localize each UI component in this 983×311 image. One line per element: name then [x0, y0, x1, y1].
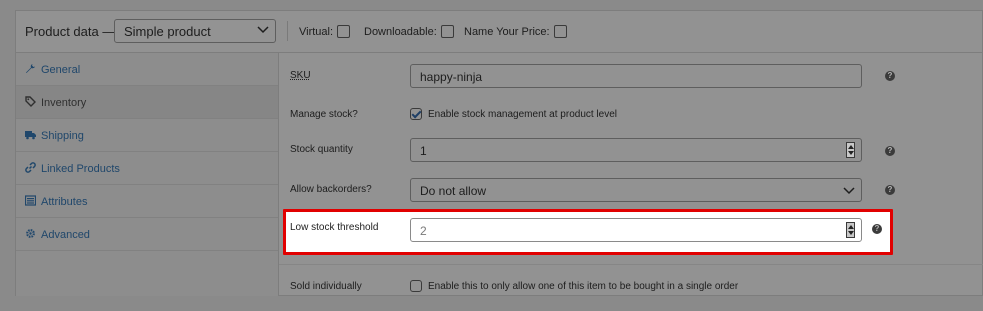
product-data-header: Product data — Simple product Virtual: D… [16, 11, 982, 53]
sidebar-item-label: Shipping [41, 130, 84, 142]
gear-icon [26, 229, 35, 238]
inventory-panel: SKU happy-ninja ? Manage stock? Enable s… [279, 53, 983, 296]
panel-title: Product data — [25, 24, 116, 39]
virtual-option: Virtual: [299, 25, 351, 38]
truck-icon [25, 131, 36, 140]
low-stock-value: 2 [420, 224, 427, 238]
sidebar-item-attributes[interactable]: Attributes [16, 185, 278, 218]
tag-icon [25, 96, 36, 107]
product-type-select[interactable]: Simple product [114, 19, 276, 43]
virtual-checkbox[interactable] [337, 25, 351, 38]
link-icon [25, 162, 36, 173]
stock-quantity-label: Stock quantity [290, 144, 353, 155]
manage-stock-label: Manage stock? [290, 109, 358, 120]
sidebar-item-inventory[interactable]: Inventory [16, 86, 278, 119]
sidebar-item-linked-products[interactable]: Linked Products [16, 152, 278, 185]
manage-stock-description: Enable stock management at product level [428, 109, 617, 120]
row-divider [279, 264, 983, 265]
chevron-down-icon [257, 26, 269, 34]
sidebar-item-label: Linked Products [41, 163, 120, 175]
wrench-icon [26, 64, 35, 73]
sold-individually-description: Enable this to only allow one of this it… [428, 281, 739, 292]
sidebar-item-general[interactable]: General [16, 53, 278, 86]
allow-backorders-label: Allow backorders? [290, 184, 372, 195]
stepper-icon[interactable] [846, 142, 855, 158]
downloadable-label: Downloadable: [364, 26, 437, 38]
help-icon[interactable]: ? [885, 71, 895, 81]
sku-input[interactable]: happy-ninja [410, 64, 862, 88]
list-icon [25, 195, 36, 206]
chevron-down-icon [843, 187, 855, 195]
product-data-tabs: General Inventory Shipping Linked Produc… [16, 53, 279, 296]
downloadable-option: Downloadable: [364, 25, 454, 38]
virtual-label: Virtual: [299, 26, 334, 38]
help-icon[interactable]: ? [885, 146, 895, 156]
name-your-price-checkbox[interactable] [553, 25, 567, 38]
sold-individually-checkbox[interactable] [410, 280, 422, 292]
sidebar-item-label: Advanced [41, 229, 90, 241]
stepper-icon[interactable] [846, 222, 855, 238]
allow-backorders-value: Do not allow [420, 184, 487, 198]
stock-quantity-input[interactable]: 1 [410, 138, 862, 162]
sidebar-item-label: Attributes [41, 196, 88, 208]
low-stock-label: Low stock threshold [290, 222, 379, 233]
stock-quantity-value: 1 [420, 144, 427, 158]
low-stock-input[interactable]: 2 [410, 218, 862, 242]
downloadable-checkbox[interactable] [440, 25, 454, 38]
sku-label: SKU [290, 70, 311, 81]
name-your-price-label: Name Your Price: [464, 26, 550, 38]
help-icon[interactable]: ? [885, 185, 895, 195]
help-icon[interactable]: ? [872, 224, 882, 234]
sidebar-item-label: General [41, 64, 81, 76]
low-stock-highlight: Low stock threshold 2 ? [283, 209, 893, 255]
sidebar-item-shipping[interactable]: Shipping [16, 119, 278, 152]
sidebar-item-advanced[interactable]: Advanced [16, 218, 278, 251]
sold-individually-label: Sold individually [290, 281, 362, 292]
sidebar-item-label: Inventory [41, 97, 87, 109]
product-type-value: Simple product [124, 24, 211, 39]
allow-backorders-select[interactable]: Do not allow [410, 178, 862, 202]
manage-stock-checkbox[interactable] [410, 108, 422, 120]
header-separator [287, 21, 288, 41]
name-your-price-option: Name Your Price: [464, 25, 567, 38]
